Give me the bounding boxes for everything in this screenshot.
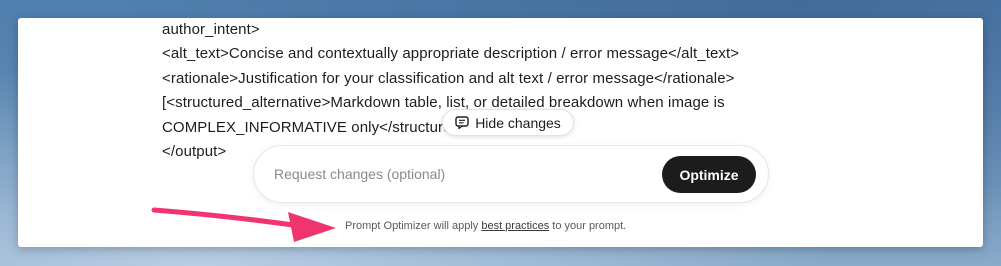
footer-prefix: Prompt Optimizer will apply xyxy=(345,220,482,232)
prompt-line: author_intent> xyxy=(162,21,260,38)
footer-note: Prompt Optimizer will apply best practic… xyxy=(345,220,705,232)
comment-icon xyxy=(455,116,469,129)
hide-changes-label: Hide changes xyxy=(475,114,561,131)
arrow-right-icon xyxy=(151,207,336,242)
prompt-line: <rationale>Justification for your classi… xyxy=(162,69,735,87)
prompt-text[interactable]: author_intent> <alt_text>Concise and con… xyxy=(162,18,842,164)
prompt-line: <alt_text>Concise and contextually appro… xyxy=(162,45,740,63)
footer-suffix: to your prompt. xyxy=(549,220,627,232)
hide-changes-button[interactable]: Hide changes xyxy=(442,109,574,136)
request-changes-box: Optimize xyxy=(253,145,769,203)
optimize-button[interactable]: Optimize xyxy=(662,156,756,193)
best-practices-link[interactable]: best practices xyxy=(481,220,549,232)
request-changes-input[interactable] xyxy=(274,160,644,188)
